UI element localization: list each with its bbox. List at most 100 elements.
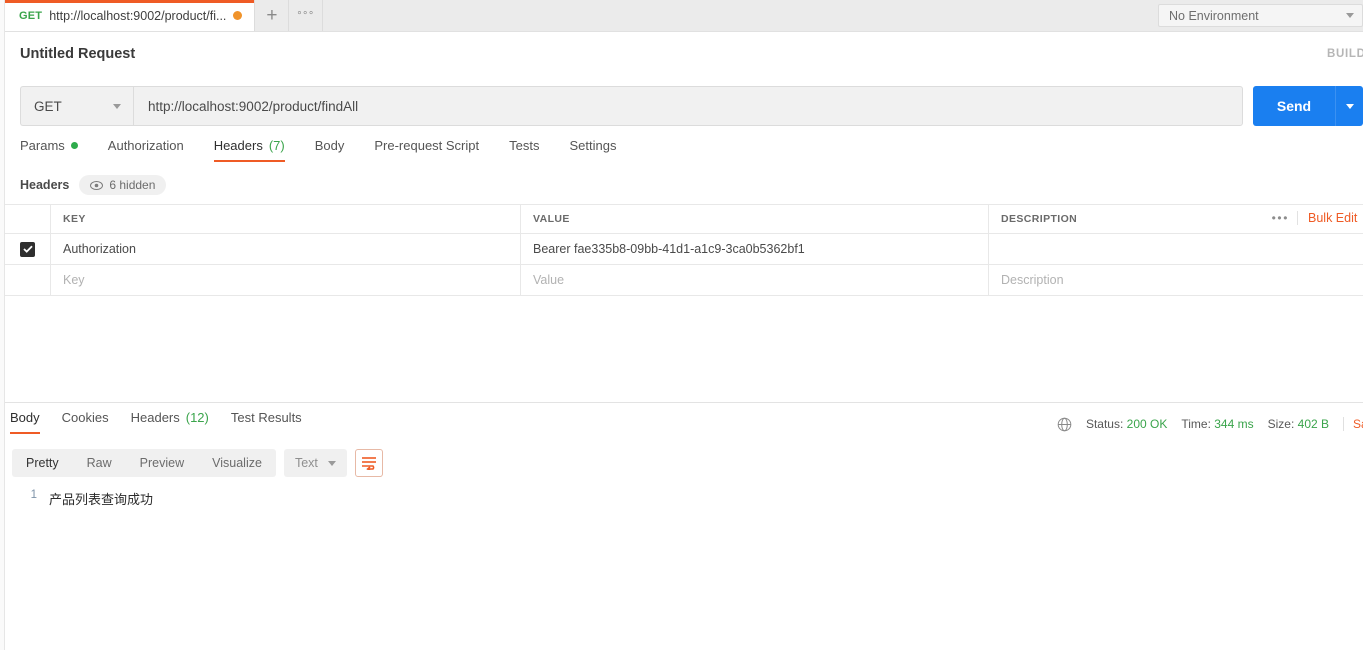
row-checkbox-checked[interactable] <box>20 241 35 257</box>
status-badge: 200 OK <box>1126 417 1168 431</box>
word-wrap-icon <box>361 457 376 470</box>
response-format-label: Text <box>294 456 318 470</box>
tab-params[interactable]: Params <box>20 138 78 162</box>
tab-body-label: Body <box>314 138 345 153</box>
response-meta-bar: Status: 200 OK Time: 344 ms Size: 402 B … <box>1057 412 1363 436</box>
response-tab-body-label: Body <box>10 410 40 425</box>
response-tab-test-results-label: Test Results <box>230 410 302 425</box>
tab-authorization[interactable]: Authorization <box>108 138 184 162</box>
size-label-text: Size: <box>1267 417 1295 431</box>
time-value: 344 ms <box>1214 417 1254 431</box>
send-options-button[interactable] <box>1335 86 1363 126</box>
column-header-value: VALUE <box>533 213 570 225</box>
environment-area: No Environment <box>1158 0 1363 31</box>
url-input[interactable]: http://localhost:9002/product/findAll <box>133 86 1243 126</box>
response-tab-cookies[interactable]: Cookies <box>62 410 109 434</box>
response-tab-cookies-label: Cookies <box>61 410 109 425</box>
http-method-selector[interactable]: GET <box>20 86 133 126</box>
response-body-toolbar: Pretty Raw Preview Visualize Text <box>12 449 383 477</box>
globe-icon[interactable] <box>1057 417 1072 432</box>
headers-table: KEY VALUE DESCRIPTION ••• Bulk Edit Auth… <box>5 204 1363 296</box>
new-tab-button[interactable]: + <box>255 0 290 31</box>
tab-tests[interactable]: Tests <box>509 138 539 162</box>
headers-section-label: Headers <box>20 178 70 192</box>
table-row-placeholder[interactable]: Key Value Description <box>5 265 1363 296</box>
eye-icon <box>90 180 104 190</box>
params-indicator-dot <box>70 142 78 149</box>
header-key-value[interactable]: Authorization <box>63 242 136 256</box>
status-label: Status: 200 OK <box>1086 417 1167 431</box>
response-body-panel: 1 产品列表查询成功 <box>5 484 1363 650</box>
table-options-button[interactable]: ••• <box>1272 211 1298 225</box>
view-mode-raw[interactable]: Raw <box>73 449 126 477</box>
header-checkbox-column <box>5 205 51 233</box>
row-checkbox-cell[interactable] <box>5 234 51 264</box>
page-title: Untitled Request <box>20 46 136 62</box>
tab-settings-label: Settings <box>569 138 617 153</box>
table-header-actions: ••• Bulk Edit <box>1272 204 1363 232</box>
time-label: Time: 344 ms <box>1181 417 1253 431</box>
response-tab-headers-label: Headers <box>130 410 180 425</box>
word-wrap-button[interactable] <box>354 449 383 477</box>
response-tab-headers[interactable]: Headers (12) <box>131 410 209 434</box>
hidden-headers-toggle[interactable]: 6 hidden <box>79 175 167 195</box>
placeholder-value-input[interactable]: Value <box>533 273 564 287</box>
request-tab-url: http://localhost:9002/product/fi... <box>49 8 227 23</box>
header-value-value[interactable]: Bearer fae335b8-09bb-41d1-a1c9-3ca0b5362… <box>533 242 805 256</box>
hidden-headers-count: 6 hidden <box>109 178 156 192</box>
checkmark-icon <box>22 245 33 253</box>
url-bar: GET http://localhost:9002/product/findAl… <box>20 86 1363 126</box>
tab-pre-request-script[interactable]: Pre-request Script <box>374 138 479 162</box>
placeholder-checkbox-cell <box>5 265 51 295</box>
unsaved-changes-dot <box>233 11 243 20</box>
view-mode-preview[interactable]: Preview <box>126 449 198 477</box>
column-header-key: KEY <box>63 213 86 225</box>
http-method-label: GET <box>34 98 62 114</box>
tab-settings[interactable]: Settings <box>569 138 616 162</box>
chevron-down-icon <box>1345 103 1354 109</box>
environment-selected-label: No Environment <box>1169 8 1259 23</box>
request-tab-bar: GET http://localhost:9002/product/fi... … <box>5 0 1363 32</box>
response-section-tabs: Body Cookies Headers (12) Test Results <box>10 410 302 438</box>
response-tab-test-results[interactable]: Test Results <box>231 410 302 434</box>
response-body-text[interactable]: 产品列表查询成功 <box>49 489 153 508</box>
size-label: Size: 402 B <box>1268 417 1329 431</box>
bulk-edit-button[interactable]: Bulk Edit <box>1308 211 1363 225</box>
tab-tests-label: Tests <box>509 138 540 153</box>
tab-headers[interactable]: Headers (7) <box>213 138 285 162</box>
placeholder-description-input[interactable]: Description <box>1001 273 1064 287</box>
tab-body[interactable]: Body <box>315 138 345 162</box>
request-title-row: Untitled Request BUILD <box>5 32 1363 76</box>
response-body-line: 1 产品列表查询成功 <box>5 484 1363 508</box>
environment-selector[interactable]: No Environment <box>1158 4 1363 27</box>
send-button-group: Send <box>1253 86 1363 126</box>
view-mode-pretty[interactable]: Pretty <box>12 449 73 477</box>
size-value: 402 B <box>1297 417 1329 431</box>
save-response-button[interactable]: Save Response <box>1343 417 1363 431</box>
tab-headers-count: (7) <box>268 138 285 153</box>
response-tab-body[interactable]: Body <box>10 410 40 434</box>
request-tab-active[interactable]: GET http://localhost:9002/product/fi... <box>5 0 256 31</box>
tab-headers-label: Headers <box>213 138 263 153</box>
chevron-down-icon <box>327 460 336 466</box>
headers-subsection-bar: Headers 6 hidden <box>20 174 167 196</box>
tab-params-label: Params <box>20 138 65 153</box>
view-mode-visualize[interactable]: Visualize <box>198 449 276 477</box>
tab-pre-request-script-label: Pre-request Script <box>374 138 480 153</box>
response-view-mode-group: Pretty Raw Preview Visualize <box>12 449 276 477</box>
column-header-description: DESCRIPTION <box>1001 213 1078 225</box>
build-label[interactable]: BUILD <box>1327 48 1363 60</box>
response-pane-divider[interactable] <box>5 402 1363 403</box>
response-format-selector[interactable]: Text <box>283 449 347 477</box>
chevron-down-icon <box>113 103 121 109</box>
table-row[interactable]: Authorization Bearer fae335b8-09bb-41d1-… <box>5 234 1363 265</box>
request-tab-method: GET <box>19 9 43 22</box>
chevron-down-icon <box>1346 13 1354 18</box>
line-number: 1 <box>30 489 37 501</box>
send-button[interactable]: Send <box>1253 86 1335 126</box>
tab-authorization-label: Authorization <box>107 138 184 153</box>
response-tab-headers-count: (12) <box>185 410 209 425</box>
placeholder-key-input[interactable]: Key <box>63 273 85 287</box>
tab-options-button[interactable]: °°° <box>289 0 324 31</box>
time-label-text: Time: <box>1181 417 1211 431</box>
